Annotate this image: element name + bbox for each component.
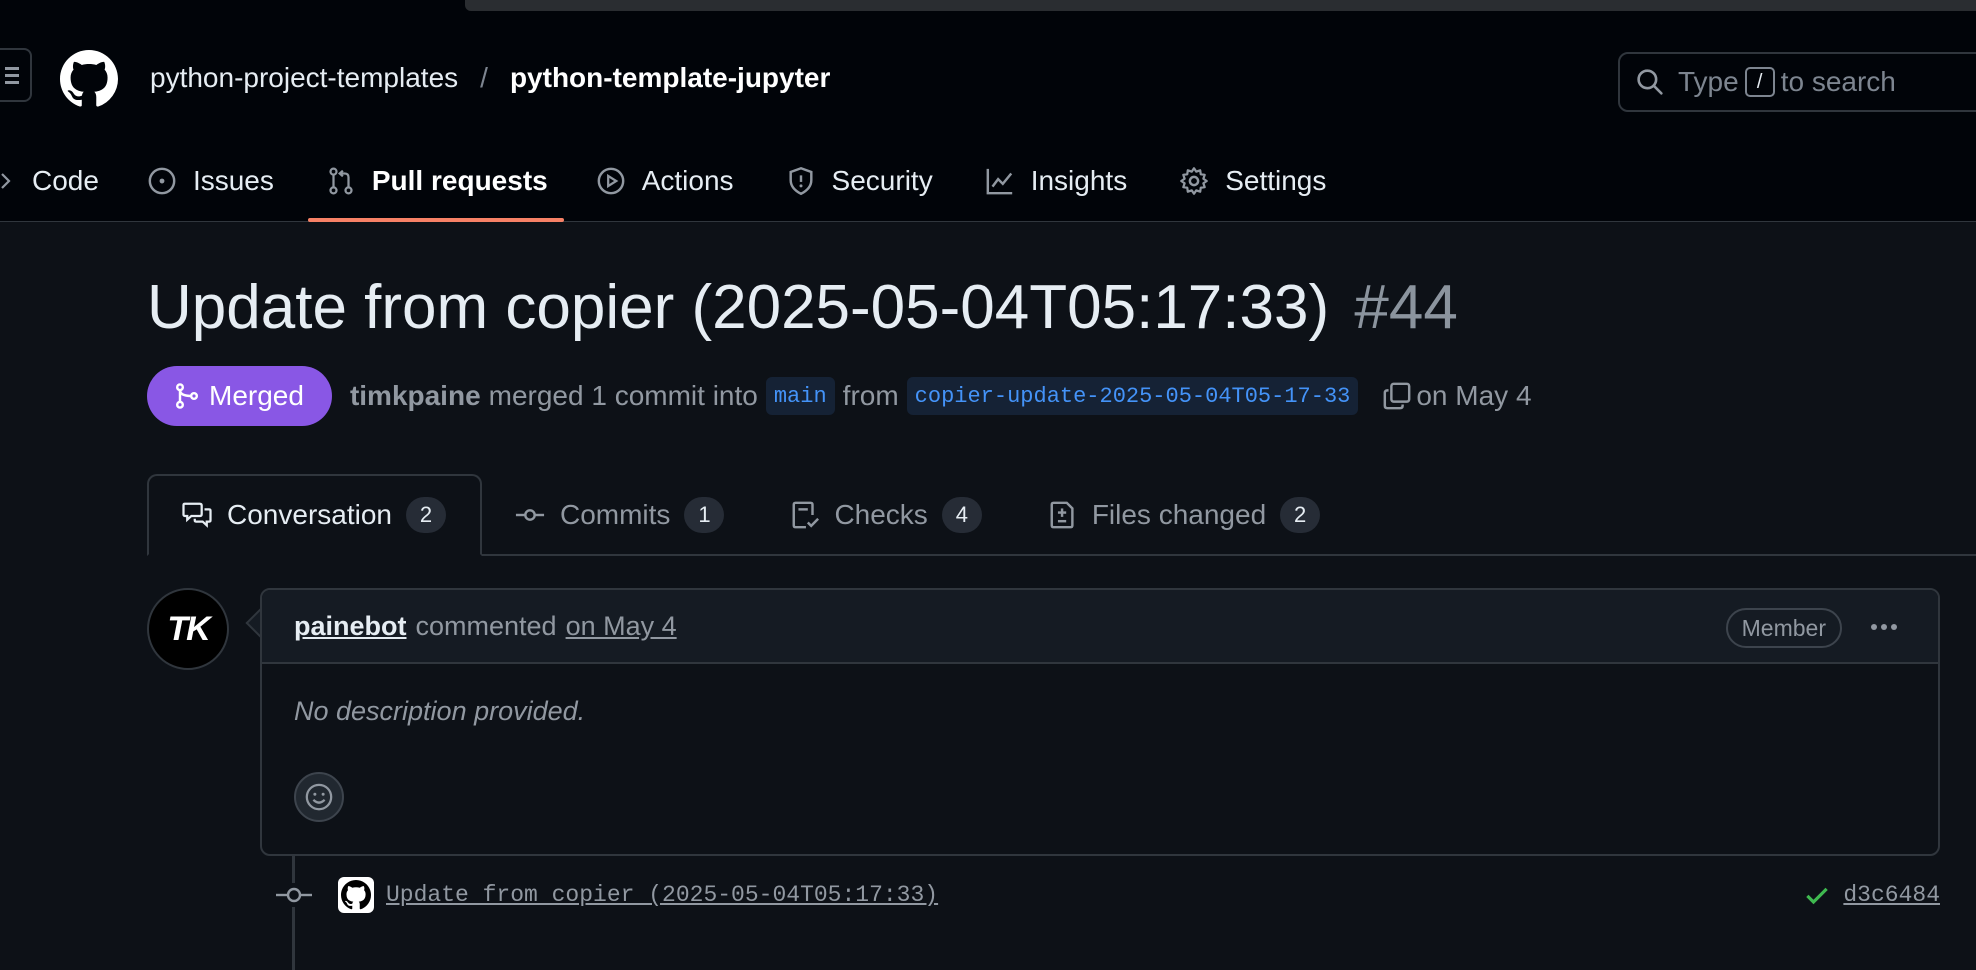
commit-status: d3c6484	[1803, 881, 1940, 909]
menu-button[interactable]	[0, 48, 32, 102]
commit-sha-link[interactable]: d3c6484	[1843, 882, 1940, 908]
nav-label: Security	[831, 165, 933, 196]
nav-issues[interactable]: Issues	[147, 140, 274, 222]
timeline-commit: Update from copier (2025-05-04T05:17:33)…	[276, 870, 1940, 920]
add-reaction-button[interactable]	[294, 772, 344, 822]
tab-checks[interactable]: Checks 4	[758, 476, 1015, 554]
page-title: Update from copier (2025-05-04T05:17:33)…	[147, 272, 1458, 343]
pr-meta: Merged timkpaine merged 1 commit into ma…	[147, 366, 1532, 426]
git-pull-request-icon	[329, 167, 353, 195]
nav-label: Issues	[192, 165, 274, 196]
nav-label: Pull requests	[371, 165, 548, 196]
comment-timestamp-link[interactable]: on May 4	[566, 611, 677, 642]
nav-insights[interactable]: Insights	[985, 140, 1128, 222]
hamburger-icon	[5, 67, 19, 84]
nav-security[interactable]: Security	[786, 140, 933, 222]
tab-files-changed[interactable]: Files changed 2	[1016, 476, 1354, 554]
nav-label: Insights	[1030, 165, 1128, 196]
comment-author-link[interactable]: painebot	[294, 611, 407, 642]
search-suffix: to search	[1780, 66, 1896, 97]
nav-label: Code	[32, 165, 99, 196]
tab-conversation[interactable]: Conversation 2	[147, 474, 482, 556]
pr-from-text: from	[842, 380, 899, 411]
search-input[interactable]: Type / to search	[1618, 52, 1976, 112]
browser-scrollbar	[465, 0, 1976, 11]
global-header: python-project-templates / python-templa…	[0, 14, 1976, 222]
avatar[interactable]: TK	[147, 588, 229, 670]
base-branch[interactable]: main	[765, 377, 835, 415]
nav-label: Actions	[641, 165, 734, 196]
search-prefix: Type	[1678, 66, 1739, 97]
search-icon	[1637, 69, 1663, 95]
graph-icon	[986, 168, 1012, 195]
shield-icon	[789, 166, 813, 196]
nav-label: Settings	[1225, 165, 1327, 196]
status-label: Merged	[209, 380, 304, 411]
kebab-horizontal-icon[interactable]	[1866, 612, 1902, 649]
role-badge: Member	[1725, 608, 1842, 648]
play-icon	[597, 167, 625, 195]
git-commit-icon	[276, 883, 312, 907]
breadcrumb-separator: /	[480, 62, 488, 93]
tab-count: 4	[941, 497, 982, 533]
pr-tabs: Conversation 2 Commits 1 Checks 4 Files …	[147, 474, 1976, 556]
tab-label: Conversation	[227, 499, 392, 530]
nav-code[interactable]: Code	[0, 140, 99, 222]
smiley-icon	[305, 783, 333, 811]
search-key-hint: /	[1744, 67, 1775, 97]
nav-settings[interactable]: Settings	[1179, 140, 1326, 222]
git-commit-icon	[515, 509, 545, 521]
copy-icon[interactable]	[1382, 381, 1412, 411]
tab-count: 2	[1280, 497, 1321, 533]
comment-verb: commented	[415, 610, 557, 641]
tab-count: 2	[405, 497, 446, 533]
repo-link[interactable]: python-template-jupyter	[510, 62, 830, 94]
breadcrumb: python-project-templates / python-templa…	[150, 58, 830, 98]
comment-discussion-icon	[182, 502, 212, 528]
issue-opened-icon	[148, 167, 176, 195]
checklist-icon	[792, 501, 820, 529]
head-branch[interactable]: copier-update-2025-05-04T05-17-33	[906, 377, 1359, 415]
repo-nav: Code Issues Pull requests Actions Securi…	[0, 140, 1326, 222]
tab-label: Checks	[834, 499, 928, 530]
git-merge-icon	[175, 383, 199, 409]
chevron-right-icon	[1, 173, 11, 189]
check-icon[interactable]	[1803, 881, 1831, 909]
browser-top-strip	[0, 0, 1976, 14]
pr-date: on May 4	[1416, 380, 1532, 411]
pr-title-text: Update from copier (2025-05-04T05:17:33)	[147, 273, 1330, 342]
github-logo-icon	[341, 880, 371, 910]
comment-box: painebot commented on May 4 Member No de…	[260, 588, 1940, 856]
nav-pull-requests[interactable]: Pull requests	[307, 140, 564, 222]
commit-author-avatar[interactable]	[338, 877, 374, 913]
github-logo-icon[interactable]	[60, 50, 118, 108]
tab-count: 1	[684, 497, 725, 533]
tab-label: Commits	[559, 499, 671, 530]
tab-commits[interactable]: Commits 1	[482, 476, 758, 554]
pr-author-link[interactable]: timkpaine	[350, 380, 481, 412]
commit-message-link[interactable]: Update from copier (2025-05-04T05:17:33)	[386, 882, 938, 908]
nav-actions[interactable]: Actions	[596, 140, 734, 222]
tab-label: Files changed	[1091, 499, 1267, 530]
pr-action-text: merged 1 commit into	[488, 380, 758, 411]
file-diff-icon	[1050, 501, 1074, 529]
gear-icon	[1180, 167, 1209, 195]
owner-link[interactable]: python-project-templates	[150, 62, 458, 94]
comment-body: No description provided.	[294, 696, 586, 726]
comment-header: painebot commented on May 4 Member	[262, 590, 1938, 664]
pr-number: #44	[1354, 273, 1458, 342]
avatar-text: TK	[167, 609, 210, 648]
status-badge: Merged	[147, 366, 332, 426]
